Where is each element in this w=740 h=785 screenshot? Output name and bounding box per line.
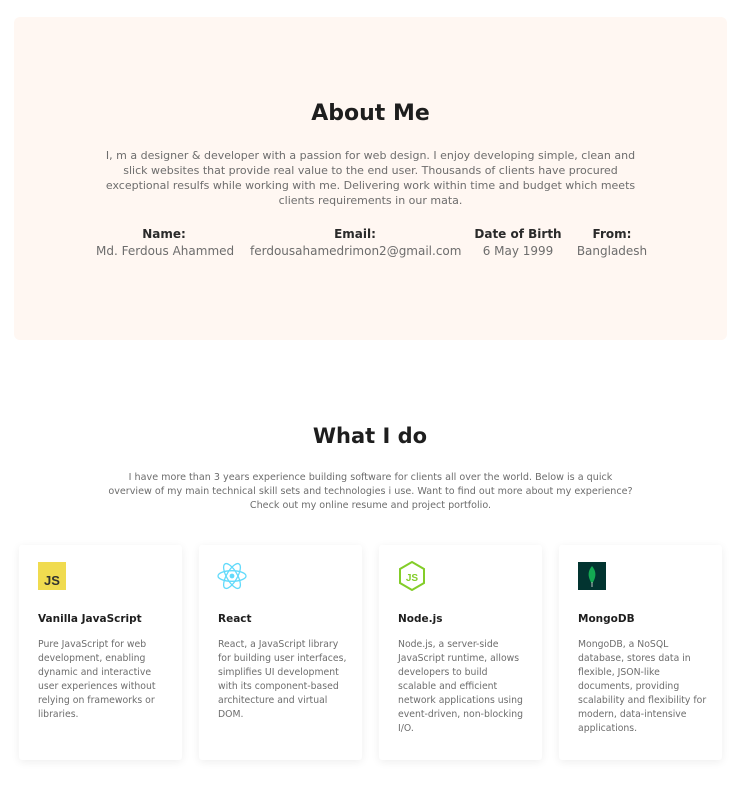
- service-card-nodejs: JS Node.js Node.js, a server-side JavaSc…: [379, 545, 542, 760]
- info-from-value: Bangladesh: [576, 244, 648, 258]
- about-title: About Me: [311, 101, 430, 126]
- nodejs-icon-text: JS: [406, 573, 419, 584]
- info-dob-value: 6 May 1999: [482, 244, 554, 258]
- service-card-description: React, a JavaScript library for building…: [218, 639, 347, 720]
- services-title: What I do: [312, 424, 428, 448]
- info-email-label: Email:: [334, 227, 376, 241]
- react-icon: [217, 562, 247, 590]
- info-from: From: Bangladesh: [572, 226, 652, 260]
- about-section: About Me I, m a designer & developer wit…: [14, 17, 727, 340]
- nodejs-icon: JS: [399, 561, 425, 591]
- info-dob: Date of Birth 6 May 1999: [474, 226, 562, 260]
- service-card-description: Node.js, a server-side JavaScript runtim…: [398, 639, 524, 734]
- info-email-value: ferdousahamedrimon2@gmail.com: [250, 244, 462, 258]
- service-card-title: Node.js: [398, 613, 443, 625]
- javascript-icon-text: JS: [44, 573, 60, 588]
- info-name-label: Name:: [142, 227, 186, 241]
- info-dob-label: Date of Birth: [474, 227, 562, 241]
- javascript-icon: JS: [38, 562, 66, 590]
- service-card-javascript: JS Vanilla JavaScript Pure JavaScript fo…: [19, 545, 182, 760]
- info-name-value: Md. Ferdous Ahammed: [96, 244, 235, 258]
- about-description: I, m a designer & developer with a passi…: [105, 149, 636, 207]
- service-card-title: React: [218, 613, 252, 625]
- service-card-mongodb: MongoDB MongoDB, a NoSQL database, store…: [559, 545, 722, 760]
- info-from-label: From:: [592, 227, 632, 241]
- service-card-description: Pure JavaScript for web development, ena…: [38, 639, 156, 720]
- info-email: Email: ferdousahamedrimon2@gmail.com: [250, 226, 462, 260]
- service-card-description: MongoDB, a NoSQL database, stores data i…: [578, 639, 707, 734]
- mongodb-icon: [578, 562, 606, 590]
- service-card-title: MongoDB: [578, 613, 635, 625]
- service-card-title: Vanilla JavaScript: [38, 613, 142, 625]
- service-card-react: React React, a JavaScript library for bu…: [199, 545, 362, 760]
- services-description: I have more than 3 years experience buil…: [108, 472, 633, 511]
- info-name: Name: Md. Ferdous Ahammed: [96, 226, 235, 260]
